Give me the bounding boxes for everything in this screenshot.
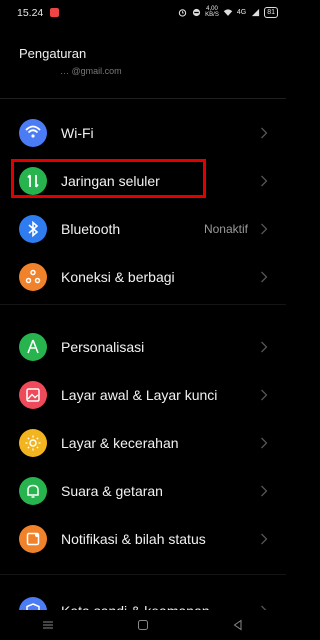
chevron-right-icon [261,485,268,497]
net-speed: 4,00 KB/S [205,6,219,18]
dnd-icon [191,7,201,17]
settings-item-bluetooth[interactable]: Bluetooth Nonaktif [0,208,286,252]
bell-icon [19,477,47,505]
alarm-icon [177,7,187,17]
settings-item-label: Layar & kecerahan [61,435,179,451]
chevron-right-icon [261,223,268,235]
page-title: Pengaturan [19,46,87,61]
menu-icon [42,621,53,629]
notification-app-icon [50,8,59,17]
wifi-status-icon [223,7,233,17]
settings-item-notif[interactable]: Notifikasi & bilah status [0,518,286,562]
chevron-right-icon [261,271,268,283]
battery-icon: 81 [264,6,278,18]
home-icon [137,620,148,630]
recent-apps-button[interactable] [18,613,78,637]
notification-icon [19,525,47,553]
settings-item-personal[interactable]: Personalisasi [0,326,286,370]
settings-item-display[interactable]: Layar & kecerahan [0,422,286,466]
settings-item-sound[interactable]: Suara & getaran [0,470,286,514]
personalization-icon [19,333,47,361]
settings-item-wifi[interactable]: Wi-Fi [0,112,286,156]
account-hint[interactable]: … @gmail.com [60,66,260,76]
settings-item-sharing[interactable]: Koneksi & berbagi [0,256,286,300]
chevron-right-icon [261,389,268,401]
signal-type: 4G [236,8,247,16]
back-button[interactable] [208,613,268,637]
status-time: 15.24 [17,7,44,19]
settings-item-label: Personalisasi [61,339,145,355]
settings-item-label: Notifikasi & bilah status [61,531,206,547]
settings-item-label: Suara & getaran [61,483,163,499]
divider [0,98,286,99]
back-icon [233,619,242,631]
bluetooth-icon [19,215,47,243]
settings-item-label: Bluetooth [61,221,121,237]
brightness-icon [19,429,47,457]
highlight-box [11,159,206,198]
settings-item-label: Layar awal & Layar kunci [61,387,218,403]
signal-icon [250,7,260,17]
status-icons: 4,00 KB/S 4G 81 [177,6,278,18]
settings-item-label: Wi-Fi [61,125,94,141]
chevron-right-icon [261,341,268,353]
share-icon [19,263,47,291]
settings-item-value: Nonaktif [203,222,248,236]
home-button[interactable] [113,613,173,637]
chevron-right-icon [261,437,268,449]
status-bar: 15.24 4,00 KB/S 4G 81 [0,0,286,24]
image-icon [19,381,47,409]
chevron-right-icon [261,533,268,545]
wifi-icon [19,119,47,147]
chevron-right-icon [261,127,268,139]
settings-item-homescreen[interactable]: Layar awal & Layar kunci [0,374,286,418]
section-divider [0,304,286,305]
section-divider [0,574,286,575]
navigation-bar [0,610,286,640]
chevron-right-icon [261,175,268,187]
settings-item-label: Koneksi & berbagi [61,269,175,285]
